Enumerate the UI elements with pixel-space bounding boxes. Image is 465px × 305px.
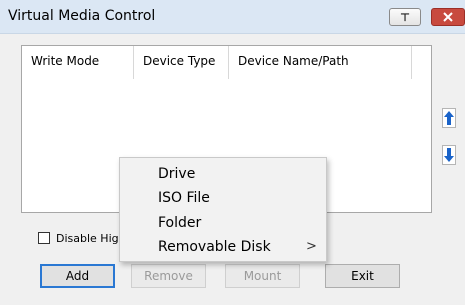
column-header-device-name[interactable]: Device Name/Path bbox=[229, 46, 412, 79]
column-header-write-mode[interactable]: Write Mode bbox=[22, 46, 134, 79]
menu-item-drive[interactable]: Drive bbox=[158, 166, 195, 182]
menu-item-removable-disk[interactable]: Removable Disk bbox=[158, 239, 271, 255]
move-up-button[interactable] bbox=[440, 107, 458, 129]
title-bar[interactable]: Virtual Media Control ⊤ bbox=[0, 0, 465, 34]
close-icon bbox=[443, 12, 453, 22]
exit-button[interactable]: Exit bbox=[325, 264, 400, 288]
arrow-down-icon bbox=[442, 145, 456, 165]
chevron-right-icon: > bbox=[306, 239, 317, 254]
add-button[interactable]: Add bbox=[40, 264, 115, 288]
pin-button[interactable]: ⊤ bbox=[389, 8, 421, 26]
column-header-device-type[interactable]: Device Type bbox=[134, 46, 229, 79]
arrow-up-icon bbox=[442, 108, 456, 128]
menu-item-iso-file[interactable]: ISO File bbox=[158, 190, 210, 206]
mount-button[interactable]: Mount bbox=[225, 264, 300, 288]
virtual-media-window: Virtual Media Control ⊤ Write Mode Devic… bbox=[0, 0, 465, 305]
menu-item-folder[interactable]: Folder bbox=[158, 215, 201, 231]
pin-icon: ⊤ bbox=[399, 10, 411, 24]
close-button[interactable] bbox=[431, 8, 465, 26]
window-title: Virtual Media Control bbox=[8, 8, 156, 24]
disable-option-row[interactable]: Disable Higl bbox=[38, 230, 122, 246]
remove-button[interactable]: Remove bbox=[131, 264, 206, 288]
disable-checkbox-label: Disable Higl bbox=[56, 231, 122, 245]
disable-checkbox[interactable] bbox=[38, 232, 50, 244]
add-context-menu: Drive ISO File Folder Removable Disk > bbox=[119, 157, 327, 262]
move-down-button[interactable] bbox=[440, 144, 458, 166]
